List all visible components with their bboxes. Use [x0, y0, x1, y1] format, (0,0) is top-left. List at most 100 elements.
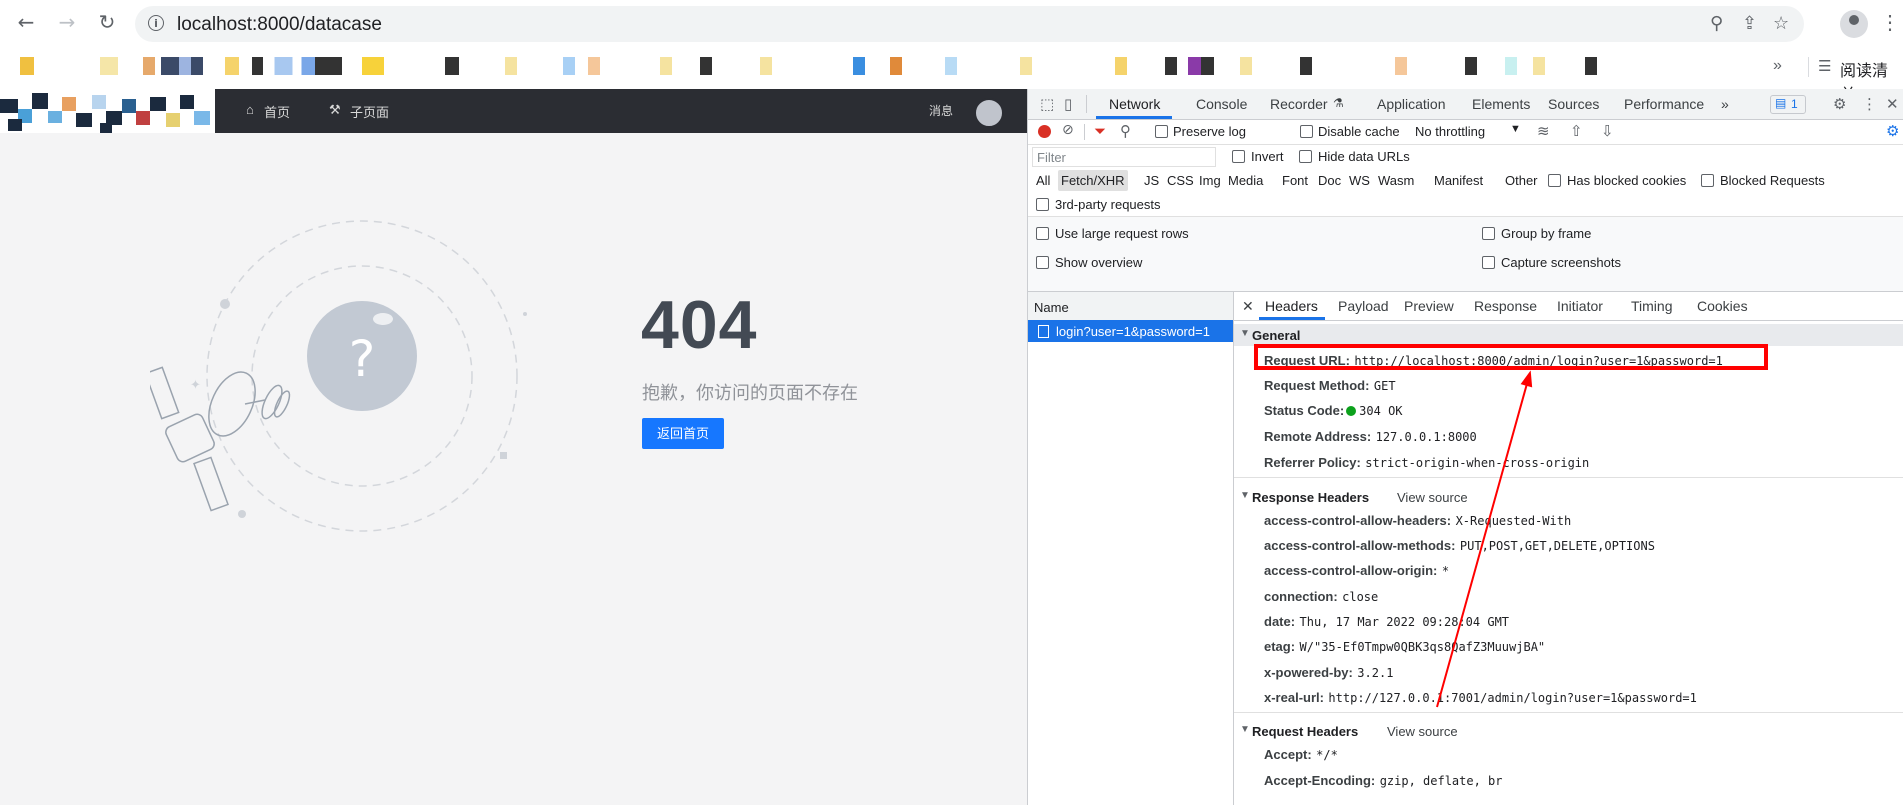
bookmark-favicon[interactable]	[1165, 57, 1177, 75]
address-url[interactable]: localhost:8000/datacase	[177, 14, 382, 36]
bookmark-favicon[interactable]	[1395, 57, 1407, 75]
site-logo[interactable]	[0, 89, 215, 133]
blocked-requests-checkbox[interactable]	[1701, 174, 1714, 187]
type-filter-fetch-xhr[interactable]: Fetch/XHR	[1058, 170, 1128, 191]
share-icon[interactable]: ⇪	[1742, 13, 1757, 34]
import-har-icon[interactable]: ⇧	[1570, 122, 1583, 140]
bookmark-favicon[interactable]	[362, 57, 384, 75]
bookmark-favicon[interactable]	[252, 57, 342, 75]
tab-console[interactable]: Console	[1196, 96, 1247, 112]
bookmark-favicon[interactable]	[505, 57, 517, 75]
bookmark-favicon[interactable]	[20, 57, 34, 75]
third-party-checkbox[interactable]	[1036, 198, 1049, 211]
filter-input[interactable]: Filter	[1032, 147, 1216, 167]
bookmark-favicon[interactable]	[660, 57, 672, 75]
search-icon[interactable]: ⚲	[1120, 122, 1131, 140]
bookmark-favicon[interactable]	[1300, 57, 1312, 75]
inspect-element-icon[interactable]: ⬚	[1040, 95, 1054, 113]
bookmark-favicon[interactable]	[890, 57, 902, 75]
more-options-icon[interactable]: ⋮	[1862, 95, 1877, 113]
record-icon[interactable]	[1038, 125, 1051, 138]
type-filter-other[interactable]: Other	[1505, 173, 1538, 188]
group-by-frame-checkbox[interactable]	[1482, 227, 1495, 240]
large-rows-checkbox[interactable]	[1036, 227, 1049, 240]
forward-arrow-icon[interactable]: →	[56, 11, 78, 33]
settings-gear-icon[interactable]: ⚙	[1833, 95, 1846, 113]
filter-funnel-icon[interactable]: ⏷	[1094, 122, 1106, 140]
address-bar[interactable]: i localhost:8000/datacase ⚲ ⇪ ☆	[135, 6, 1804, 42]
type-filter-all[interactable]: All	[1036, 173, 1050, 188]
bookmark-favicon[interactable]	[760, 57, 772, 75]
name-column-header[interactable]: Name	[1028, 292, 1233, 321]
more-tabs-icon[interactable]: »	[1721, 96, 1729, 112]
type-filter-css[interactable]: CSS	[1167, 173, 1194, 188]
disable-cache-checkbox[interactable]	[1300, 125, 1313, 138]
type-filter-ws[interactable]: WS	[1349, 173, 1370, 188]
bookmark-favicon[interactable]	[1585, 57, 1597, 75]
type-filter-doc[interactable]: Doc	[1318, 173, 1341, 188]
type-filter-manifest[interactable]: Manifest	[1434, 173, 1483, 188]
type-filter-wasm[interactable]: Wasm	[1378, 173, 1414, 188]
bookmarks-overflow-icon[interactable]: »	[1773, 57, 1782, 75]
issues-badge[interactable]: ▤ 1	[1770, 95, 1806, 114]
back-arrow-icon[interactable]: ←	[15, 11, 37, 33]
reading-list-icon[interactable]: ☰	[1818, 57, 1831, 75]
bookmark-favicon[interactable]	[853, 57, 865, 75]
browser-menu-icon[interactable]: ⋮	[1880, 10, 1900, 35]
bookmark-favicon[interactable]	[225, 57, 239, 75]
back-home-button[interactable]: 返回首页	[642, 418, 724, 449]
preserve-log-label: Preserve log	[1173, 124, 1246, 139]
type-filter-js[interactable]: JS	[1144, 173, 1159, 188]
bookmark-favicon[interactable]	[1240, 57, 1252, 75]
flask-icon: ⚗	[1333, 96, 1344, 110]
user-avatar[interactable]	[974, 98, 1004, 128]
tab-network[interactable]: Network	[1109, 96, 1160, 112]
nav-home-link[interactable]: 首页	[264, 102, 290, 121]
network-settings-icon[interactable]: ⚙	[1886, 122, 1899, 140]
profile-avatar-icon[interactable]	[1840, 10, 1868, 38]
bookmark-favicon[interactable]	[1115, 57, 1127, 75]
zoom-icon[interactable]: ⚲	[1710, 13, 1723, 34]
bookmark-favicon[interactable]	[1020, 57, 1032, 75]
bookmark-favicon[interactable]	[1465, 57, 1477, 75]
tab-application[interactable]: Application	[1377, 96, 1446, 112]
close-devtools-icon[interactable]: ✕	[1886, 95, 1899, 113]
capture-screenshots-checkbox[interactable]	[1482, 256, 1495, 269]
chevron-down-icon[interactable]: ▼	[1510, 123, 1521, 135]
preserve-log-checkbox[interactable]	[1155, 125, 1168, 138]
type-filter-img[interactable]: Img	[1199, 173, 1221, 188]
nav-messages-link[interactable]: 消息	[929, 102, 953, 119]
export-har-icon[interactable]: ⇩	[1601, 122, 1614, 140]
nav-subpage-link[interactable]: 子页面	[350, 102, 389, 121]
bookmark-star-icon[interactable]: ☆	[1773, 13, 1789, 34]
tab-recorder[interactable]: Recorder	[1270, 96, 1328, 112]
site-info-icon[interactable]: i	[148, 15, 164, 31]
bookmark-favicon[interactable]	[445, 57, 459, 75]
blocked-cookies-checkbox[interactable]	[1548, 174, 1561, 187]
bookmark-favicon[interactable]	[143, 57, 203, 75]
bookmark-favicon[interactable]	[1505, 57, 1517, 75]
bookmark-favicon[interactable]	[588, 57, 600, 75]
network-conditions-icon[interactable]: ≋	[1537, 122, 1550, 140]
bookmark-favicon[interactable]	[700, 57, 712, 75]
bookmark-favicon[interactable]	[1533, 57, 1545, 75]
type-filter-font[interactable]: Font	[1282, 173, 1308, 188]
bookmark-favicon[interactable]	[945, 57, 957, 75]
bookmark-favicon[interactable]	[100, 57, 118, 75]
reload-icon[interactable]: ↻	[96, 11, 118, 33]
tab-performance[interactable]: Performance	[1624, 96, 1704, 112]
clear-icon[interactable]: ⊘	[1062, 122, 1074, 138]
request-row[interactable]: login?user=1&password=1	[1028, 320, 1233, 342]
device-toolbar-icon[interactable]: ▯	[1064, 95, 1072, 113]
tab-elements[interactable]: Elements	[1472, 96, 1530, 112]
browser-toolbar: ← → ↻ i localhost:8000/datacase ⚲ ⇪ ☆ ⋮	[0, 0, 1903, 49]
show-overview-checkbox[interactable]	[1036, 256, 1049, 269]
bookmark-favicon[interactable]	[563, 57, 575, 75]
bookmark-favicon[interactable]	[1188, 57, 1214, 75]
logo-mosaic	[0, 89, 215, 133]
type-filter-media[interactable]: Media	[1228, 173, 1263, 188]
invert-checkbox[interactable]	[1232, 150, 1245, 163]
throttling-select[interactable]: No throttling	[1415, 124, 1485, 139]
tab-sources[interactable]: Sources	[1548, 96, 1599, 112]
hide-data-urls-checkbox[interactable]	[1299, 150, 1312, 163]
